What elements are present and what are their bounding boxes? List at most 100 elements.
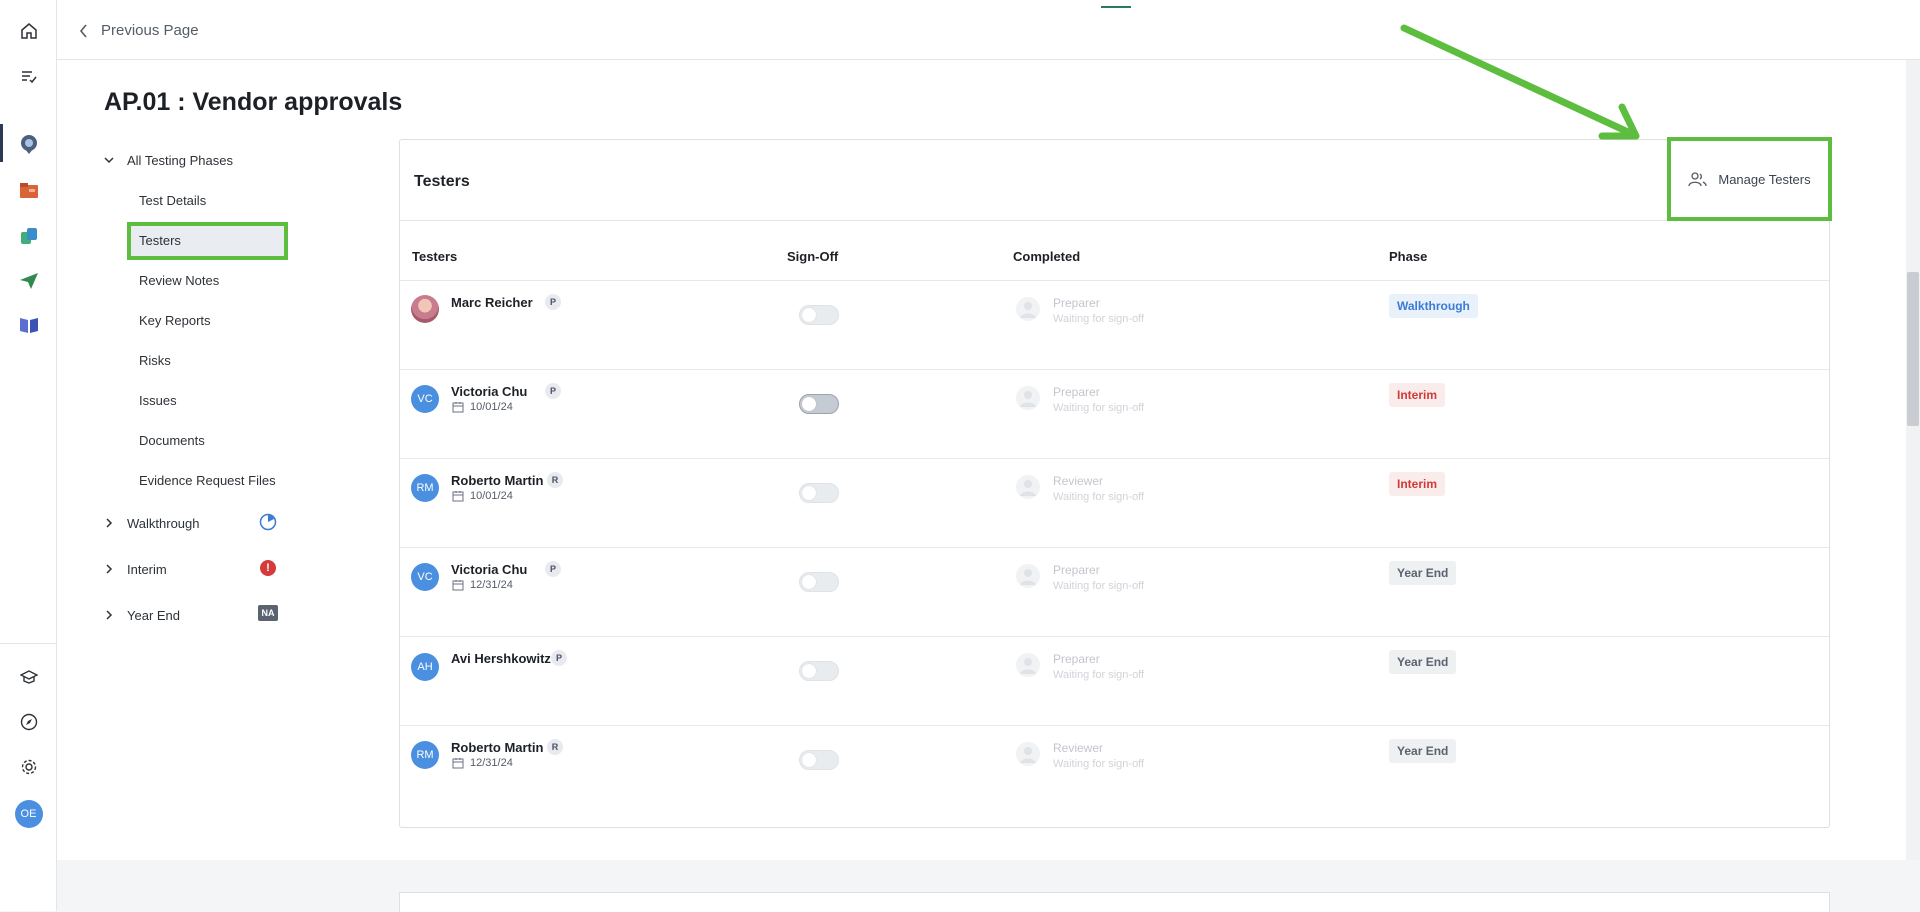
nav-item-review-notes[interactable]: Review Notes: [139, 273, 219, 288]
tester-date-value: 10/01/24: [470, 401, 513, 413]
row-divider: [400, 369, 1829, 370]
row-divider: [400, 636, 1829, 637]
chevron-right-icon[interactable]: [103, 609, 115, 621]
nav-phase-year-end[interactable]: Year End: [127, 608, 180, 623]
phase-badge: Interim: [1389, 383, 1446, 407]
rail-divider: [0, 643, 57, 644]
column-header-testers[interactable]: Testers: [412, 249, 457, 264]
tester-date-value: 12/31/24: [470, 757, 513, 769]
app-rail: OE: [0, 0, 57, 911]
calendar-icon: [452, 491, 464, 502]
user-placeholder-icon: [1016, 297, 1040, 321]
phase-badge: Walkthrough: [1389, 294, 1478, 318]
calendar-icon: [452, 402, 464, 413]
calendar-icon: [452, 758, 464, 769]
role-badge: P: [545, 561, 561, 577]
avatar: AH: [411, 653, 439, 681]
nav-group-all-phases[interactable]: All Testing Phases: [127, 153, 233, 168]
row-divider: [400, 280, 1829, 281]
card-header: Testers: [400, 140, 1829, 221]
completed-role: Reviewer: [1053, 474, 1104, 488]
phase-badge: Year End: [1389, 561, 1457, 585]
row-divider: [400, 458, 1829, 459]
progress-icon: [259, 513, 277, 531]
compass-icon[interactable]: [0, 702, 57, 742]
completed-status: Waiting for sign-off: [1053, 758, 1145, 770]
tasks-icon[interactable]: [0, 56, 57, 96]
card-title: Testers: [414, 173, 470, 190]
sign-off-toggle[interactable]: [799, 750, 839, 770]
nav-phase-interim[interactable]: Interim: [127, 562, 167, 577]
user-initials: OE: [14, 800, 43, 828]
chevron-down-icon[interactable]: [103, 154, 115, 166]
next-card-edge: [399, 892, 1830, 912]
scrollbar-thumb[interactable]: [1907, 272, 1919, 426]
book-icon[interactable]: [0, 305, 57, 345]
nav-item-test-details[interactable]: Test Details: [139, 193, 206, 208]
column-header-sign-off[interactable]: Sign-Off: [787, 249, 838, 264]
completed-status: Waiting for sign-off: [1053, 313, 1145, 325]
role-badge: R: [547, 472, 563, 488]
user-placeholder-icon: [1016, 564, 1040, 588]
manage-testers-button[interactable]: Manage Testers: [1667, 137, 1832, 221]
tester-date: 10/01/24: [452, 401, 513, 413]
tester-date: 12/31/24: [452, 579, 513, 591]
learning-icon[interactable]: [0, 657, 57, 697]
nav-item-key-reports[interactable]: Key Reports: [139, 313, 211, 328]
nav-item-documents[interactable]: Documents: [139, 433, 205, 448]
gear-icon[interactable]: [0, 747, 57, 787]
role-badge: P: [545, 294, 561, 310]
avatar: VC: [411, 563, 439, 591]
tester-name: Roberto Martin: [451, 473, 544, 488]
tester-name: Victoria Chu: [451, 384, 528, 399]
completed-role: Preparer: [1053, 296, 1100, 310]
tester-date-value: 12/31/24: [470, 579, 513, 591]
calendar-icon: [452, 580, 464, 591]
role-badge: P: [545, 383, 561, 399]
sign-off-toggle[interactable]: [799, 483, 839, 503]
avatar: RM: [411, 474, 439, 502]
phase-badge: Interim: [1389, 472, 1446, 496]
chevron-right-icon[interactable]: [103, 517, 115, 529]
nav-item-risks[interactable]: Risks: [139, 353, 171, 368]
annotation-arrow-icon: [1400, 24, 1640, 140]
folder-icon[interactable]: [0, 171, 57, 211]
row-divider: [400, 547, 1829, 548]
scrollbar-track[interactable]: [1906, 60, 1920, 860]
user-avatar[interactable]: OE: [0, 794, 57, 834]
completed-status: Waiting for sign-off: [1053, 402, 1145, 414]
nav-item-issues[interactable]: Issues: [139, 393, 177, 408]
alert-icon: !: [260, 560, 276, 576]
role-badge: P: [551, 650, 567, 666]
sync-icon[interactable]: [0, 216, 57, 256]
column-header-phase[interactable]: Phase: [1389, 249, 1427, 264]
completed-role: Reviewer: [1053, 741, 1104, 755]
chevron-right-icon[interactable]: [103, 563, 115, 575]
nav-item-testers[interactable]: Testers: [139, 233, 181, 248]
sign-off-toggle[interactable]: [799, 305, 839, 325]
tab-indicator: [1101, 6, 1131, 8]
avatar: RM: [411, 741, 439, 769]
user-placeholder-icon: [1016, 386, 1040, 410]
role-badge: R: [547, 739, 563, 755]
home-icon[interactable]: [0, 11, 57, 51]
phase-badge: Year End: [1389, 650, 1457, 674]
previous-page-link[interactable]: Previous Page: [79, 22, 199, 39]
sign-off-toggle[interactable]: [799, 572, 839, 592]
column-header-completed[interactable]: Completed: [1013, 249, 1080, 264]
user-placeholder-icon: [1016, 653, 1040, 677]
completed-role: Preparer: [1053, 652, 1100, 666]
page-title: AP.01 : Vendor approvals: [104, 88, 403, 116]
nav-item-evidence-request-files[interactable]: Evidence Request Files: [139, 473, 276, 488]
nav-phase-walkthrough[interactable]: Walkthrough: [127, 516, 200, 531]
tester-date: 10/01/24: [452, 490, 513, 502]
sign-off-toggle[interactable]: [799, 661, 839, 681]
tester-name: Marc Reicher: [451, 295, 533, 310]
completed-status: Waiting for sign-off: [1053, 491, 1145, 503]
completed-role: Preparer: [1053, 563, 1100, 577]
shield-badge-icon[interactable]: [0, 124, 57, 164]
completed-status: Waiting for sign-off: [1053, 669, 1145, 681]
row-divider: [400, 725, 1829, 726]
sign-off-toggle[interactable]: [799, 394, 839, 414]
send-icon[interactable]: [0, 261, 57, 301]
